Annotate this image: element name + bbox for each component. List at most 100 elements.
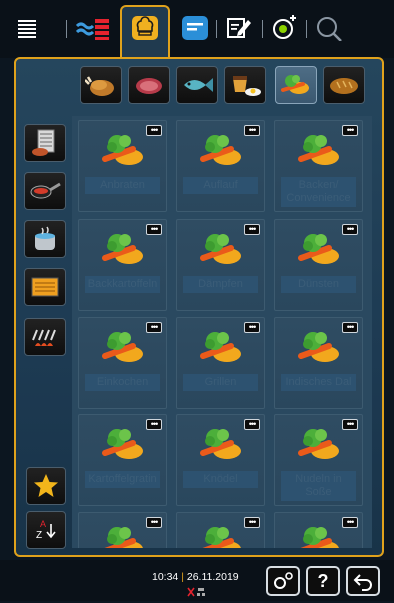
menu-icon[interactable] [12, 14, 42, 42]
recipe-name: Auflauf [183, 177, 258, 194]
recipe-tile[interactable]: ••• Grillen [176, 317, 265, 409]
settings-button[interactable] [266, 566, 300, 596]
side-category-stack-button[interactable] [24, 124, 66, 162]
sort-az-icon: A Z [36, 519, 56, 541]
chef-hat-icon[interactable] [130, 14, 160, 42]
recipe-tile[interactable]: ••• [274, 512, 363, 548]
recipe-tile[interactable]: ••• Anbraten [78, 120, 167, 212]
side-category-pan-button[interactable] [24, 172, 66, 210]
sort-az-button[interactable]: A Z [26, 511, 66, 549]
date-time: 10:34 | 26.11.2019 [152, 571, 239, 583]
separator [216, 20, 217, 38]
side-category-oven-button[interactable] [24, 268, 66, 306]
vegetables-icon [281, 75, 309, 94]
smart-timer-icon[interactable] [270, 14, 300, 42]
category-bakery-button[interactable] [323, 66, 365, 104]
tile-menu-button[interactable]: ••• [146, 322, 162, 333]
tile-menu-button[interactable]: ••• [342, 322, 358, 333]
recipe-tile[interactable]: ••• Backen/Convenience [274, 120, 363, 212]
oven-icon [31, 277, 59, 297]
recipe-grid: ••• Anbraten ••• Auflauf ••• Backen/Convenien… [72, 116, 372, 548]
recipe-name: Backen/Convenience [281, 177, 356, 207]
separator [306, 20, 307, 38]
tile-menu-button[interactable]: ••• [342, 125, 358, 136]
date-text: 26.11.2019 [186, 571, 239, 583]
program-list-icon[interactable] [180, 14, 210, 42]
recipe-tile[interactable]: ••• Dämpfen [176, 219, 265, 311]
recipe-name: Knödel [183, 471, 258, 488]
tile-menu-button[interactable]: ••• [244, 419, 260, 430]
back-button[interactable] [346, 566, 380, 596]
tile-menu-button[interactable]: ••• [146, 224, 162, 235]
stack-plates-icon [32, 129, 55, 156]
help-label: ? [317, 570, 329, 591]
recipe-tile[interactable]: ••• Auflauf [176, 120, 265, 212]
category-fish-button[interactable] [176, 66, 218, 104]
tile-menu-button[interactable]: ••• [146, 419, 162, 430]
steak-icon [136, 78, 162, 94]
recipe-tile[interactable]: ••• [78, 512, 167, 548]
tile-menu-button[interactable]: ••• [244, 125, 260, 136]
tile-menu-button[interactable]: ••• [342, 419, 358, 430]
recipe-tile[interactable]: ••• Einkochen [78, 317, 167, 409]
vegetables-icon [202, 527, 241, 548]
recipe-tile[interactable]: ••• Kartoffelgratin [78, 414, 167, 506]
vegetables-icon [102, 332, 143, 362]
vegetables-icon [102, 429, 143, 459]
side-category-grill-button[interactable] [24, 318, 66, 356]
recipe-name: Backkartoffeln [85, 276, 160, 293]
recipe-name: Kartoffelgratin [85, 471, 160, 488]
settings-icon [274, 572, 293, 589]
tile-menu-button[interactable]: ••• [244, 517, 260, 528]
network-status-icon [186, 585, 208, 603]
recipe-tile[interactable]: ••• Knödel [176, 414, 265, 506]
bread-icon [330, 78, 358, 94]
recipe-name: Dünsten [281, 276, 356, 293]
search-icon[interactable] [314, 14, 344, 42]
vegetables-icon [300, 527, 339, 548]
recipe-name: Dämpfen [183, 276, 258, 293]
tile-menu-button[interactable]: ••• [342, 224, 358, 235]
category-side-dishes-button[interactable] [275, 66, 317, 104]
pudding-egg-icon [233, 76, 261, 96]
tile-menu-button[interactable]: ••• [146, 125, 162, 136]
tile-menu-button[interactable]: ••• [244, 322, 260, 333]
tile-menu-button[interactable]: ••• [244, 224, 260, 235]
vegetables-icon [200, 234, 241, 264]
recipe-tile[interactable]: ••• [176, 512, 265, 548]
time-separator: | [181, 571, 184, 583]
star-icon [34, 474, 58, 497]
vegetables-icon [102, 135, 143, 165]
side-category-pot-button[interactable] [24, 220, 66, 258]
recipe-name: Indisches Dal [281, 374, 356, 391]
recipe-tile[interactable]: ••• Indisches Dal [274, 317, 363, 409]
recipe-name: Einkochen [85, 374, 160, 391]
separator [66, 20, 67, 38]
back-icon [353, 574, 372, 591]
vegetables-icon [102, 234, 143, 264]
category-meat-button[interactable] [128, 66, 170, 104]
grill-icon [32, 329, 56, 346]
recipe-tile[interactable]: ••• Nudeln in Soße [274, 414, 363, 506]
fish-icon [184, 78, 213, 92]
recipe-name: Grillen [183, 374, 258, 391]
tile-menu-button[interactable]: ••• [146, 517, 162, 528]
category-egg-dishes-button[interactable] [224, 66, 266, 104]
recipe-name: Nudeln in Soße [281, 471, 356, 501]
pan-icon [30, 182, 61, 199]
recipe-tile[interactable]: ••• Dünsten [274, 219, 363, 311]
help-button[interactable]: ? [306, 566, 340, 596]
vegetables-icon [200, 135, 241, 165]
vegetables-icon [104, 527, 143, 548]
edit-note-icon[interactable] [224, 14, 254, 42]
favorites-button[interactable] [26, 467, 66, 505]
category-poultry-button[interactable] [80, 66, 122, 104]
svg-text:A: A [40, 519, 46, 529]
recipe-tile[interactable]: ••• Backkartoffeln [78, 219, 167, 311]
vegetables-icon [298, 135, 339, 165]
tile-menu-button[interactable]: ••• [342, 517, 358, 528]
pot-icon [35, 226, 55, 250]
chicken-icon [85, 76, 114, 96]
cooking-cabinet-icon[interactable] [74, 14, 114, 42]
svg-text:Z: Z [36, 530, 42, 541]
